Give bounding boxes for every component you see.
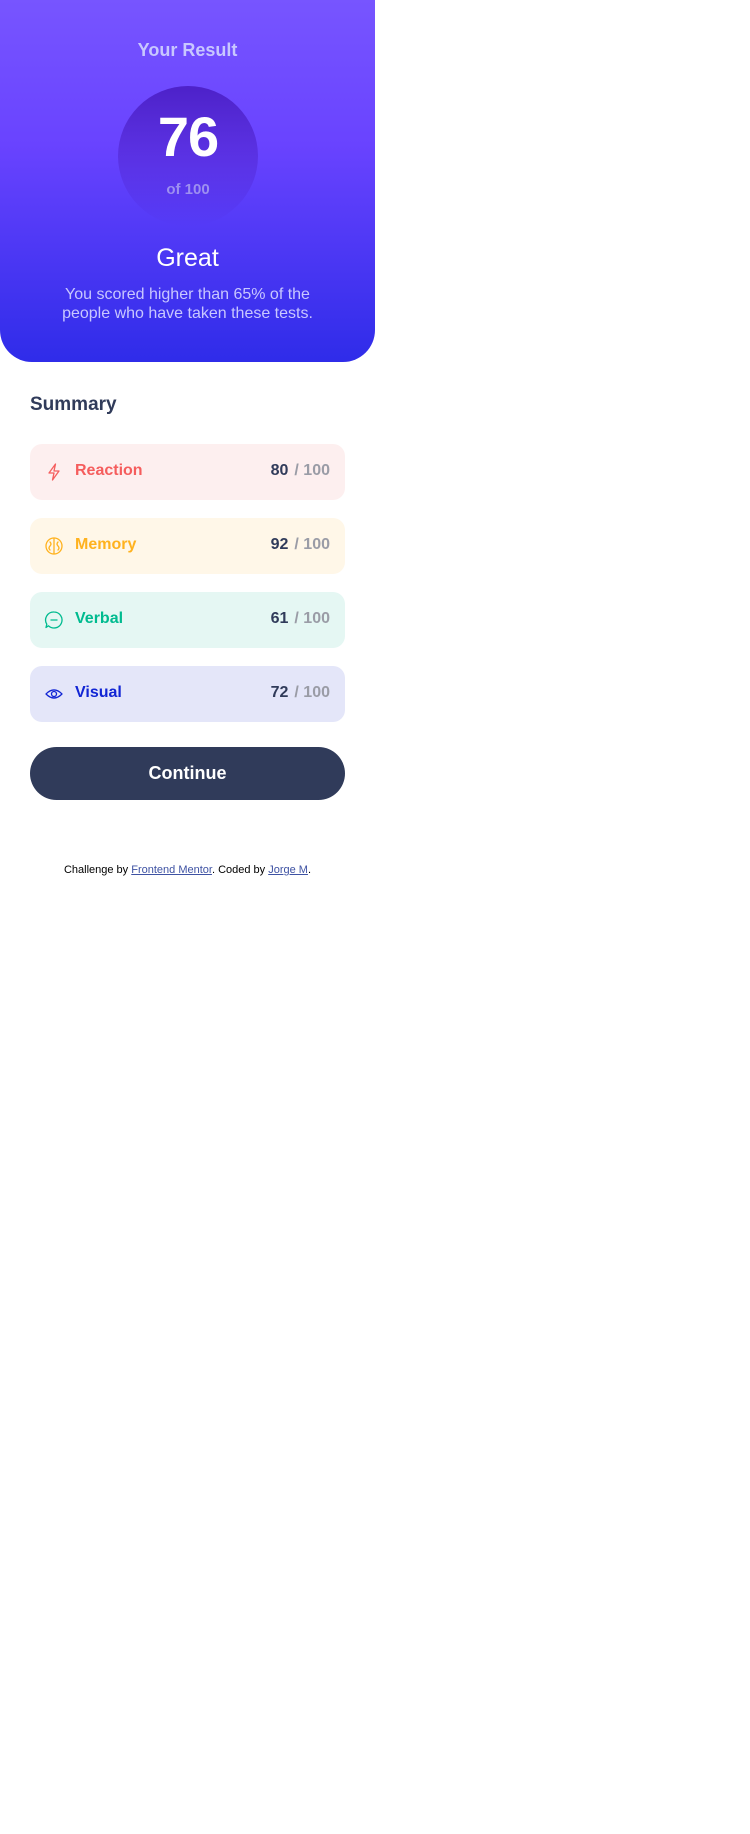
brain-icon (44, 536, 64, 556)
summary-item-label: Verbal (75, 610, 124, 627)
summary-item-score: 61 / 100 (271, 610, 330, 628)
result-card: Your Result 76 of 100 Great You scored h… (0, 0, 375, 362)
grade-label: Great (156, 244, 219, 272)
summary-item-score: 72 / 100 (271, 684, 330, 702)
lightning-icon (44, 462, 64, 482)
summary-item-memory: Memory 92 / 100 (30, 518, 345, 574)
summary-item-label: Reaction (75, 462, 143, 479)
result-title: Your Result (137, 40, 238, 60)
attribution-suffix: . (307, 864, 312, 876)
continue-button[interactable]: Continue (30, 747, 345, 800)
frontend-mentor-link[interactable]: Frontend Mentor (131, 864, 212, 876)
score-value: 76 (157, 105, 219, 168)
author-link[interactable]: Jorge M (268, 864, 308, 876)
eye-icon (44, 684, 64, 704)
attribution-middle: . Coded by (211, 864, 269, 876)
score-of-label: of 100 (166, 181, 210, 198)
score-max: / 100 (294, 684, 330, 701)
result-description: You scored higher than 65% of the people… (62, 286, 313, 322)
summary-title: Summary (30, 394, 117, 415)
chat-bubble-icon (44, 610, 64, 630)
summary-item-label: Memory (75, 536, 137, 553)
attribution-prefix: Challenge by (63, 864, 132, 876)
score-max: / 100 (294, 610, 330, 627)
score-value: 61 (270, 610, 289, 627)
summary-item-verbal: Verbal 61 / 100 (30, 592, 345, 648)
results-page: Your Result 76 of 100 Great You scored h… (0, 0, 375, 1834)
score-max: / 100 (294, 536, 330, 553)
summary-item-score: 92 / 100 (271, 536, 330, 554)
attribution: Challenge by Frontend Mentor. Coded by J… (0, 864, 375, 876)
summary-section: Summary Reaction 80 / 100 Memory 92 / 100… (30, 362, 345, 800)
score-value: 72 (270, 684, 289, 701)
score-max: / 100 (294, 462, 330, 479)
score-value: 80 (270, 462, 289, 479)
summary-item-reaction: Reaction 80 / 100 (30, 444, 345, 500)
summary-item-visual: Visual 72 / 100 (30, 666, 345, 722)
summary-item-label: Visual (75, 684, 122, 701)
score-circle: 76 of 100 (118, 86, 258, 226)
score-value: 92 (270, 536, 289, 553)
summary-item-score: 80 / 100 (271, 462, 330, 480)
summary-list: Reaction 80 / 100 Memory 92 / 100 Verbal 6… (30, 444, 345, 722)
